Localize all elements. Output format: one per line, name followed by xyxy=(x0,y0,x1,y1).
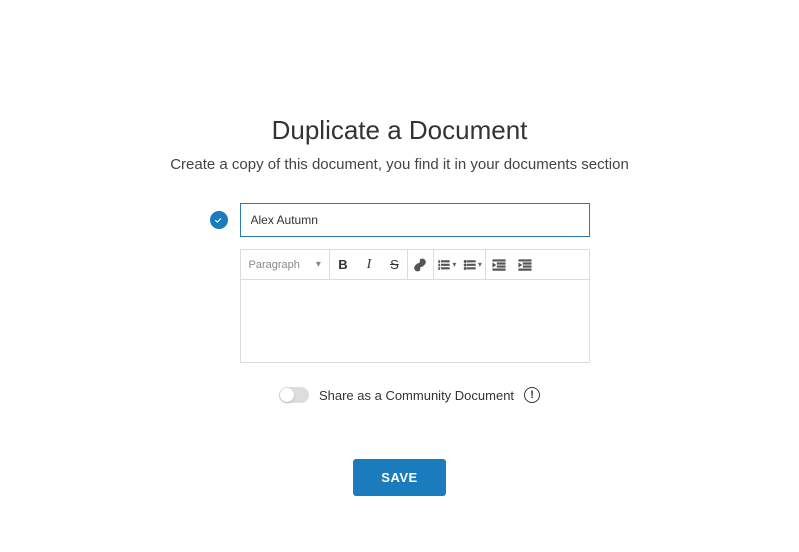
rich-text-editor: Paragraph ▾ B I S ▾ ▾ xyxy=(240,249,590,363)
indent-button[interactable] xyxy=(512,250,538,279)
bullet-list-button[interactable]: ▾ xyxy=(460,250,486,279)
share-toggle[interactable] xyxy=(279,387,309,403)
numbered-list-button[interactable]: ▾ xyxy=(434,250,460,279)
link-button[interactable] xyxy=(408,250,434,279)
page-subtitle: Create a copy of this document, you find… xyxy=(170,156,629,173)
outdent-button[interactable] xyxy=(486,250,512,279)
editor-textarea[interactable] xyxy=(241,280,589,362)
format-dropdown-label: Paragraph xyxy=(249,259,300,271)
share-toggle-label: Share as a Community Document xyxy=(319,388,514,403)
format-dropdown[interactable]: Paragraph ▾ xyxy=(241,250,330,279)
info-icon[interactable]: ! xyxy=(524,387,540,403)
document-title-input[interactable] xyxy=(240,203,590,237)
share-row: Share as a Community Document ! xyxy=(279,387,540,403)
title-row xyxy=(210,203,590,237)
bold-button[interactable]: B xyxy=(330,250,356,279)
editor-toolbar: Paragraph ▾ B I S ▾ ▾ xyxy=(241,250,589,280)
valid-check-icon xyxy=(210,211,228,229)
strikethrough-button[interactable]: S xyxy=(382,250,408,279)
page-title: Duplicate a Document xyxy=(272,115,528,146)
chevron-down-icon: ▾ xyxy=(316,259,321,270)
italic-button[interactable]: I xyxy=(356,250,382,279)
save-button[interactable]: SAVE xyxy=(353,459,445,496)
